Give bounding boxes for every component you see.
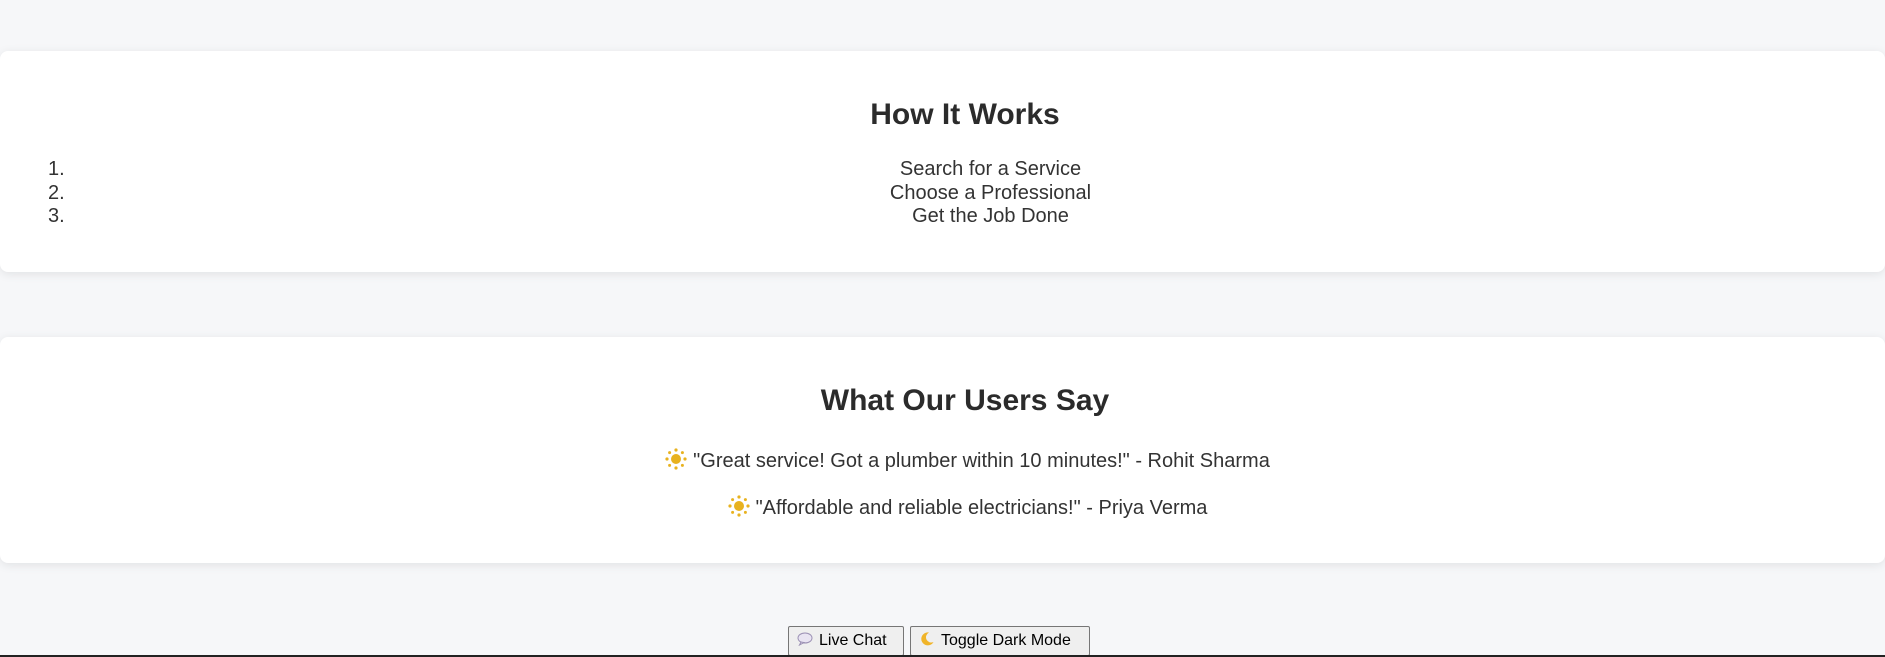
step-label: Choose a Professional [889, 181, 1092, 204]
live-chat-button[interactable]: Live Chat [788, 626, 904, 656]
steps-list: 1. Search for a Service 2. Choose a Prof… [0, 158, 1885, 229]
floating-actions: Live Chat Toggle Dark Mode [788, 626, 1090, 656]
moon-icon [919, 631, 935, 652]
dark-mode-label: Toggle Dark Mode [941, 632, 1071, 649]
testimonial-item: "Great service! Got a plumber within 10 … [0, 448, 1885, 476]
step-item: 2. Choose a Professional [0, 182, 1885, 206]
testimonials-title: What Our Users Say [820, 384, 1110, 417]
step-label: Search for a Service [899, 158, 1082, 180]
testimonials-section: What Our Users Say "Great service! Got a… [0, 337, 1885, 563]
step-item: 1. Search for a Service [0, 158, 1885, 182]
step-item: 3. Get the Job Done [0, 205, 1885, 229]
step-label: Get the Job Done [912, 205, 1069, 227]
sun-icon [727, 495, 750, 523]
chat-bubble-icon [797, 632, 813, 651]
how-it-works-title: How It Works [870, 98, 1060, 131]
toggle-dark-mode-button[interactable]: Toggle Dark Mode [910, 626, 1090, 656]
testimonial-text: "Great service! Got a plumber within 10 … [693, 450, 1270, 472]
testimonial-text: "Affordable and reliable electricians!" … [755, 497, 1208, 519]
sun-icon [665, 448, 687, 476]
testimonial-item: "Affordable and reliable electricians!" … [0, 495, 1885, 523]
live-chat-label: Live Chat [819, 632, 887, 649]
how-it-works-section: How It Works 1. Search for a Service 2. … [0, 51, 1885, 272]
